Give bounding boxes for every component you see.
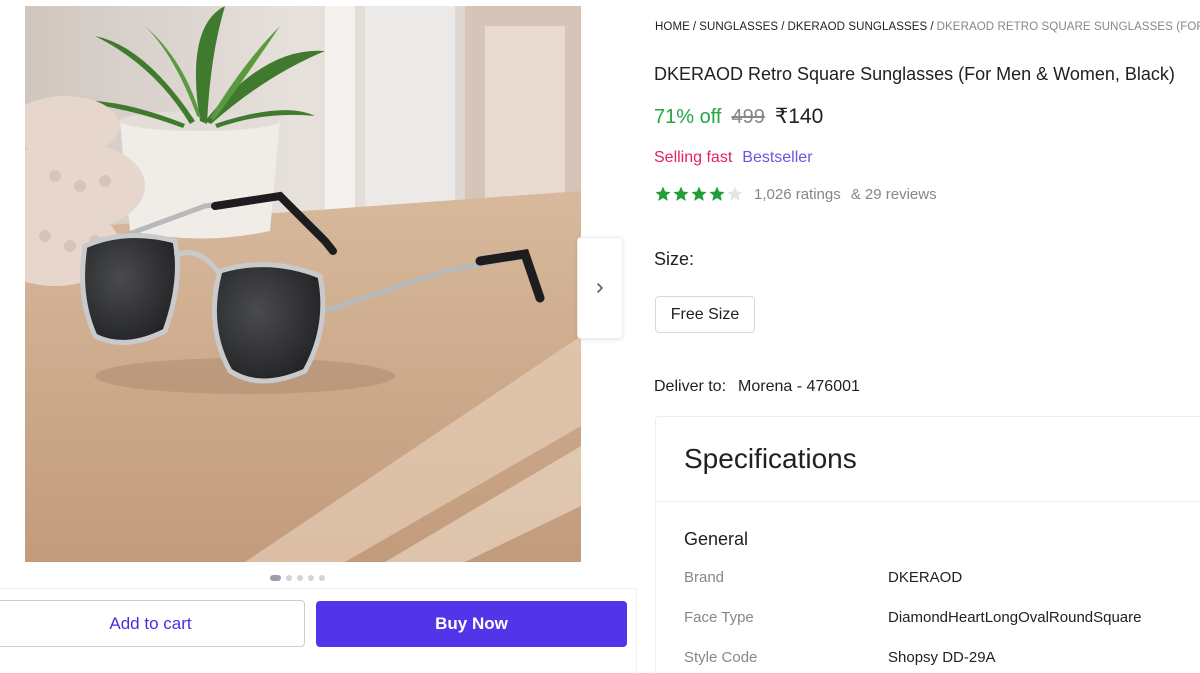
chevron-right-icon (597, 283, 603, 293)
spec-row-brand: Brand DKERAOD (684, 569, 962, 586)
selling-price: ₹140 (774, 105, 824, 128)
buy-now-button[interactable]: Buy Now (316, 601, 627, 647)
spec-value: DiamondHeartLongOvalRoundSquare (888, 609, 1142, 626)
image-pagination (270, 575, 325, 581)
star-icon (655, 186, 671, 201)
delivery-location: Morena - 476001 (738, 378, 860, 395)
selling-fast-tag: Selling fast (654, 149, 733, 166)
breadcrumb-brand[interactable]: DKERAOD SUNGLASSES (787, 21, 927, 33)
ratings-count: 1,026 ratings (754, 185, 841, 203)
breadcrumb-separator: / (692, 21, 697, 33)
spec-value: DKERAOD (888, 569, 963, 586)
breadcrumb-separator: / (930, 21, 934, 33)
pagination-dot[interactable] (286, 575, 292, 581)
spec-value: Shopsy DD-29A (888, 649, 996, 666)
pagination-dot[interactable] (319, 575, 325, 581)
star-icon (691, 186, 707, 201)
breadcrumb-separator: / (781, 21, 785, 33)
spec-key: Style Code (684, 649, 758, 666)
specifications-card: Specifications General Brand DKERAOD Fac… (655, 416, 1200, 673)
spec-key: Brand (684, 569, 725, 586)
product-image[interactable] (25, 6, 581, 562)
deliver-to-label: Deliver to: (654, 378, 727, 395)
specifications-header: Specifications (656, 417, 1200, 502)
star-rating (654, 185, 744, 203)
breadcrumb-current: DKERAOD RETRO SQUARE SUNGLASSES (FOR MEN… (936, 21, 1200, 33)
size-label: Size: (654, 249, 695, 269)
breadcrumb: HOME / SUNGLASSES / DKERAOD SUNGLASSES / DKERA… (655, 21, 1200, 33)
rating-row[interactable]: 1,026 ratings & 29 reviews (654, 185, 937, 203)
size-option-free-size[interactable]: Free Size (655, 296, 755, 333)
product-tags: Selling fast Bestseller (654, 149, 813, 167)
spec-row-style-code: Style Code Shopsy DD-29A (684, 649, 996, 666)
mrp-price: 499 (731, 106, 765, 128)
next-image-button[interactable] (577, 237, 623, 339)
breadcrumb-home[interactable]: HOME (655, 21, 690, 33)
star-icon (673, 186, 689, 201)
spec-section-general: General (684, 529, 749, 549)
pagination-dot[interactable] (308, 575, 314, 581)
action-bar: Add to cart Buy Now (0, 588, 637, 673)
breadcrumb-sunglasses[interactable]: SUNGLASSES (699, 21, 778, 33)
specifications-title: Specifications (684, 443, 857, 474)
product-title: DKERAOD Retro Square Sunglasses (For Men… (654, 64, 1175, 84)
add-to-cart-button[interactable]: Add to cart (0, 600, 305, 647)
delivery-info[interactable]: Deliver to: Morena - 476001 (654, 378, 860, 396)
price-row: 71% off 499 ₹140 (654, 104, 823, 129)
spec-key: Face Type (684, 609, 754, 626)
bestseller-tag: Bestseller (742, 149, 813, 166)
pagination-dot[interactable] (270, 575, 281, 581)
spec-row-face-type: Face Type DiamondHeartLongOvalRoundSquar… (684, 609, 1142, 626)
pagination-dot[interactable] (297, 575, 303, 581)
star-icon (709, 186, 725, 201)
discount-label: 71% off (654, 106, 722, 128)
reviews-count: & 29 reviews (850, 185, 937, 203)
star-icon (727, 186, 743, 201)
